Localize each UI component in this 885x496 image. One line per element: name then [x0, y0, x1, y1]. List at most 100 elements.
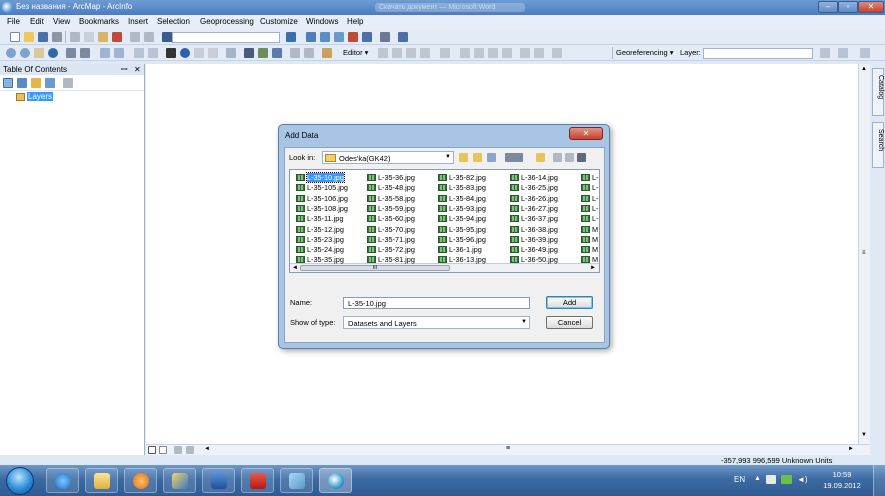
file-item[interactable]: L-35-70.jpg: [367, 225, 415, 234]
taskbar-paint[interactable]: [280, 468, 313, 493]
clock-time[interactable]: 10:59: [822, 470, 862, 479]
menu-customize[interactable]: Customize: [260, 17, 298, 26]
select-features-icon[interactable]: [134, 48, 144, 58]
list-by-source-icon[interactable]: [17, 78, 27, 88]
scroll-right-arrow[interactable]: ►: [590, 265, 596, 271]
menu-file[interactable]: File: [7, 17, 20, 26]
clock-date[interactable]: 19.09.2012: [818, 481, 866, 490]
show-hidden-icons[interactable]: ▲: [754, 475, 761, 482]
georeferencing-menu[interactable]: Georeferencing ▾: [616, 48, 674, 57]
file-item[interactable]: L-35-95.jpg: [438, 225, 486, 234]
toc-options-icon[interactable]: [63, 78, 73, 88]
cut-polygons-icon[interactable]: [474, 48, 484, 58]
file-item[interactable]: L-35-59.jpg: [367, 204, 415, 213]
fixed-zoom-in-icon[interactable]: [66, 48, 76, 58]
select-elements-icon[interactable]: [166, 48, 176, 58]
layers-label[interactable]: Layers: [27, 92, 54, 101]
refresh-icon[interactable]: [174, 446, 182, 454]
file-item[interactable]: L-35-12.jpg: [296, 225, 344, 234]
file-item[interactable]: L-35-36.jpg: [367, 173, 415, 182]
attributes-icon[interactable]: [520, 48, 530, 58]
file-list[interactable]: ◄ III ► L-35-10.jpg L-35-105.jpg L-35-106.…: [289, 169, 600, 273]
file-item[interactable]: L-36-39.jpg: [510, 235, 558, 244]
layout-view-icon[interactable]: [159, 446, 167, 454]
connect-folder-icon[interactable]: [487, 153, 496, 162]
rotate-tool-icon[interactable]: [820, 48, 830, 58]
data-frame-icon[interactable]: [322, 48, 332, 58]
copy-icon[interactable]: [84, 32, 94, 42]
html-popup-icon[interactable]: [208, 48, 218, 58]
cut-icon[interactable]: [70, 32, 80, 42]
edit-vertices-icon[interactable]: [440, 48, 450, 58]
find-route-icon[interactable]: [258, 48, 268, 58]
file-item[interactable]: L-36-25.jpg: [510, 183, 558, 192]
file-item[interactable]: L-35-24.jpg: [296, 245, 344, 254]
undo-icon[interactable]: [130, 32, 140, 42]
editor-toolbar-icon[interactable]: [286, 32, 296, 42]
search-tab[interactable]: Search: [872, 122, 884, 168]
maximize-button[interactable]: ▫: [838, 1, 858, 13]
create-viewer-icon[interactable]: [304, 48, 314, 58]
file-item[interactable]: L-35-58.jpg: [367, 194, 415, 203]
search-window-icon[interactable]: [334, 32, 344, 42]
map-vertical-scrollbar[interactable]: ▲ ≡ ▼: [858, 64, 870, 444]
file-item[interactable]: L-35-10.jpg: [296, 172, 345, 183]
list-by-visibility-icon[interactable]: [31, 78, 41, 88]
go-to-xy-icon[interactable]: [272, 48, 282, 58]
taskbar-media-player[interactable]: [124, 468, 157, 493]
redo-icon[interactable]: [144, 32, 154, 42]
dialog-close-button[interactable]: ✕: [569, 127, 603, 140]
new-document-icon[interactable]: [10, 32, 20, 42]
new-folder-icon[interactable]: [536, 153, 545, 162]
file-item[interactable]: L-35-23.jpg: [296, 235, 344, 244]
whats-this-icon[interactable]: [398, 32, 408, 42]
taskbar-acrobat[interactable]: [241, 468, 274, 493]
reshape-icon[interactable]: [460, 48, 470, 58]
file-item[interactable]: L-: [581, 194, 599, 203]
list-by-drawing-order-icon[interactable]: [3, 78, 13, 88]
file-item[interactable]: L-35-93.jpg: [438, 204, 486, 213]
taskbar-arccatalog[interactable]: [163, 468, 196, 493]
clear-selection-icon[interactable]: [148, 48, 158, 58]
scroll-right-arrow[interactable]: ►: [848, 446, 854, 452]
paste-icon[interactable]: [98, 32, 108, 42]
file-item[interactable]: L-36-50.jpg: [510, 255, 558, 264]
measure-icon[interactable]: [226, 48, 236, 58]
file-item[interactable]: L-35-71.jpg: [367, 235, 415, 244]
name-field[interactable]: [343, 297, 530, 309]
file-item[interactable]: L-: [581, 173, 599, 182]
file-item[interactable]: M: [581, 235, 598, 244]
list-by-selection-icon[interactable]: [45, 78, 55, 88]
file-item[interactable]: L-36-37.jpg: [510, 214, 558, 223]
scroll-grip[interactable]: ≡: [862, 250, 866, 256]
file-item[interactable]: L-36-38.jpg: [510, 225, 558, 234]
hyperlink-icon[interactable]: [194, 48, 204, 58]
python-icon[interactable]: [362, 32, 372, 42]
file-item[interactable]: L-: [581, 204, 599, 213]
trace-icon[interactable]: [420, 48, 430, 58]
file-item[interactable]: L-35-108.jpg: [296, 204, 348, 213]
print-icon[interactable]: [52, 32, 62, 42]
create-features-icon[interactable]: [552, 48, 562, 58]
start-button[interactable]: [6, 467, 34, 495]
taskbar-arcmap[interactable]: [319, 468, 352, 493]
file-item[interactable]: L-35-105.jpg: [296, 183, 348, 192]
save-icon[interactable]: [38, 32, 48, 42]
data-view-icon[interactable]: [148, 446, 156, 454]
file-item[interactable]: L-35-83.jpg: [438, 183, 486, 192]
find-icon[interactable]: [244, 48, 254, 58]
close-panel-icon[interactable]: ✕: [134, 64, 141, 75]
file-item[interactable]: L-35-60.jpg: [367, 214, 415, 223]
arctoolbox-icon[interactable]: [348, 32, 358, 42]
menu-selection[interactable]: Selection: [157, 17, 190, 26]
edit-tool-icon[interactable]: [378, 48, 388, 58]
taskbar-explorer[interactable]: [85, 468, 118, 493]
identify-icon[interactable]: [180, 48, 190, 58]
file-item[interactable]: L-35-84.jpg: [438, 194, 486, 203]
file-item[interactable]: L-35-81.jpg: [367, 255, 415, 264]
add-button[interactable]: Add: [546, 296, 593, 309]
file-item[interactable]: L-35-82.jpg: [438, 173, 486, 182]
table-of-contents-icon[interactable]: [306, 32, 316, 42]
action-center-icon[interactable]: [766, 475, 776, 484]
pan-icon[interactable]: [34, 48, 44, 58]
